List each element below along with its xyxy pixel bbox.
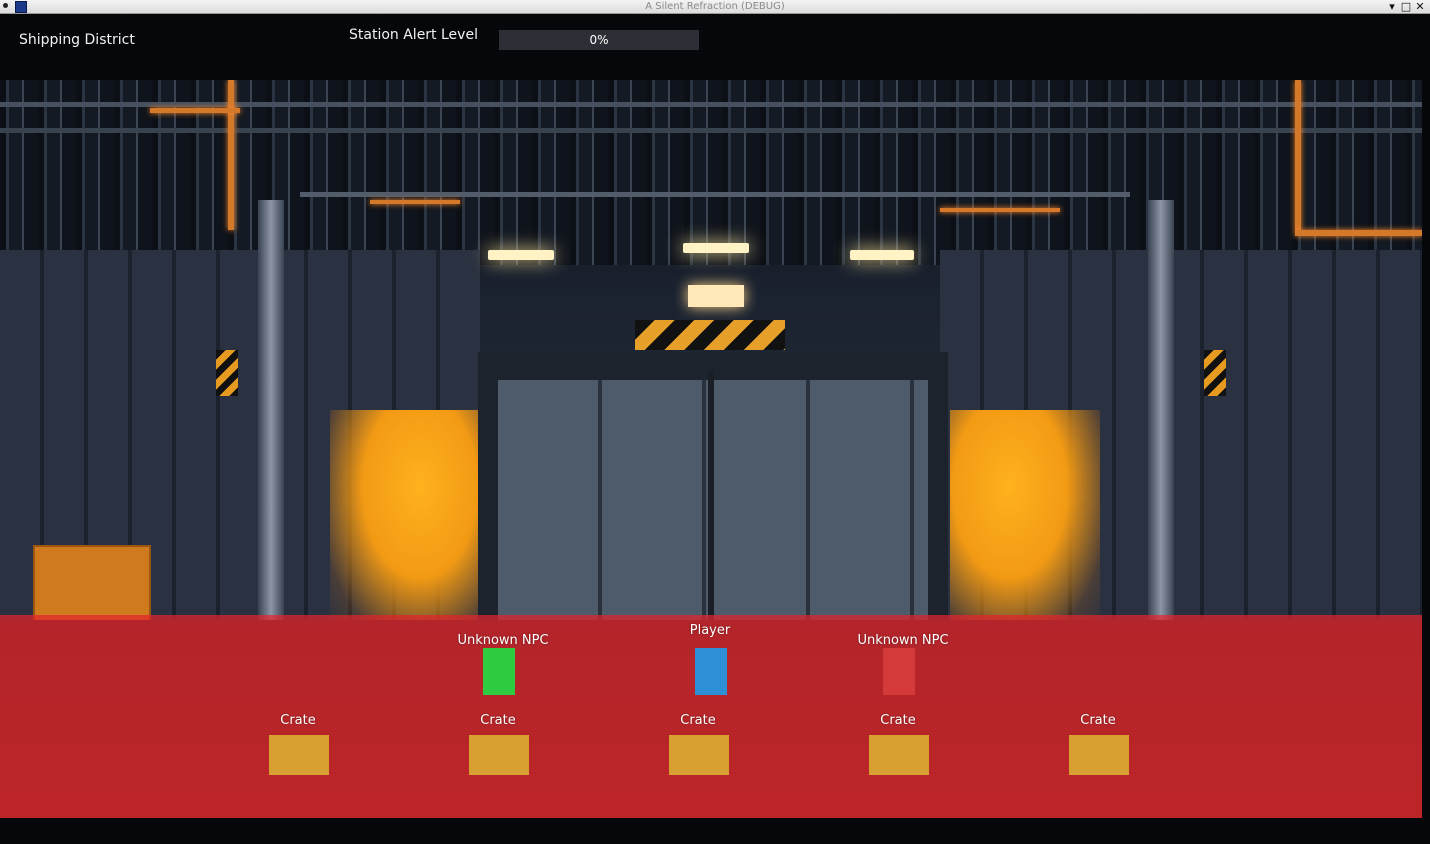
maximize-icon[interactable]: □ [1399,0,1413,13]
npc-1-label: Unknown NPC [457,633,549,648]
ceiling-pipe [0,128,1422,133]
orange-pipe [1295,80,1301,230]
alert-level-value: 0% [589,33,609,47]
hazard-stripe-left [216,350,238,396]
crate-4-label: Crate [880,713,916,728]
crate-3-label: Crate [680,713,716,728]
hazard-stripe-right [1204,350,1226,396]
ceiling-light [683,243,749,253]
close-icon[interactable]: ✕ [1413,0,1427,13]
orange-pipe [940,208,1060,212]
window-title: A Silent Refraction (DEBUG) [645,1,785,12]
wall-lamp-glow-left [330,410,480,630]
hazard-stripe-door [635,320,785,350]
pillar [1148,200,1174,640]
window-right-border [1422,14,1430,844]
cargo-door-seam [708,370,714,622]
ceiling-light [850,250,914,260]
ceiling-pipe [0,102,1422,107]
orange-pipe [228,80,234,230]
npc-unknown-1[interactable] [483,648,515,695]
ceiling-light [488,250,554,260]
alert-level-label: Station Alert Level [349,27,478,43]
crate[interactable] [269,735,329,775]
minimize-icon[interactable]: ▾ [1385,0,1399,13]
orange-pipe [150,108,240,113]
npc-2-label: Unknown NPC [857,633,949,648]
player-character[interactable] [695,648,727,695]
ceiling-pipe [300,192,1130,197]
game-scene[interactable]: Unknown NPC Player Unknown NPC Crate Cra… [0,80,1422,818]
crate[interactable] [1069,735,1129,775]
window-bottom-border [0,818,1430,844]
crate[interactable] [869,735,929,775]
npc-unknown-2[interactable] [883,648,915,695]
hud-bar: Shipping District Station Alert Level 0% [0,14,1422,80]
crate-1-label: Crate [280,713,316,728]
alert-level-meter: 0% [499,30,699,50]
player-label: Player [689,623,731,638]
orange-pipe [1295,230,1422,236]
crate-2-label: Crate [480,713,516,728]
crate[interactable] [669,735,729,775]
wall-lamp-glow-right [950,410,1100,630]
window-titlebar: A Silent Refraction (DEBUG) ▾ □ ✕ [0,0,1430,14]
door-sign [688,285,744,307]
location-label: Shipping District [19,32,135,48]
crate[interactable] [469,735,529,775]
orange-pipe [370,200,460,204]
pillar [258,200,284,640]
crate-5-label: Crate [1080,713,1116,728]
